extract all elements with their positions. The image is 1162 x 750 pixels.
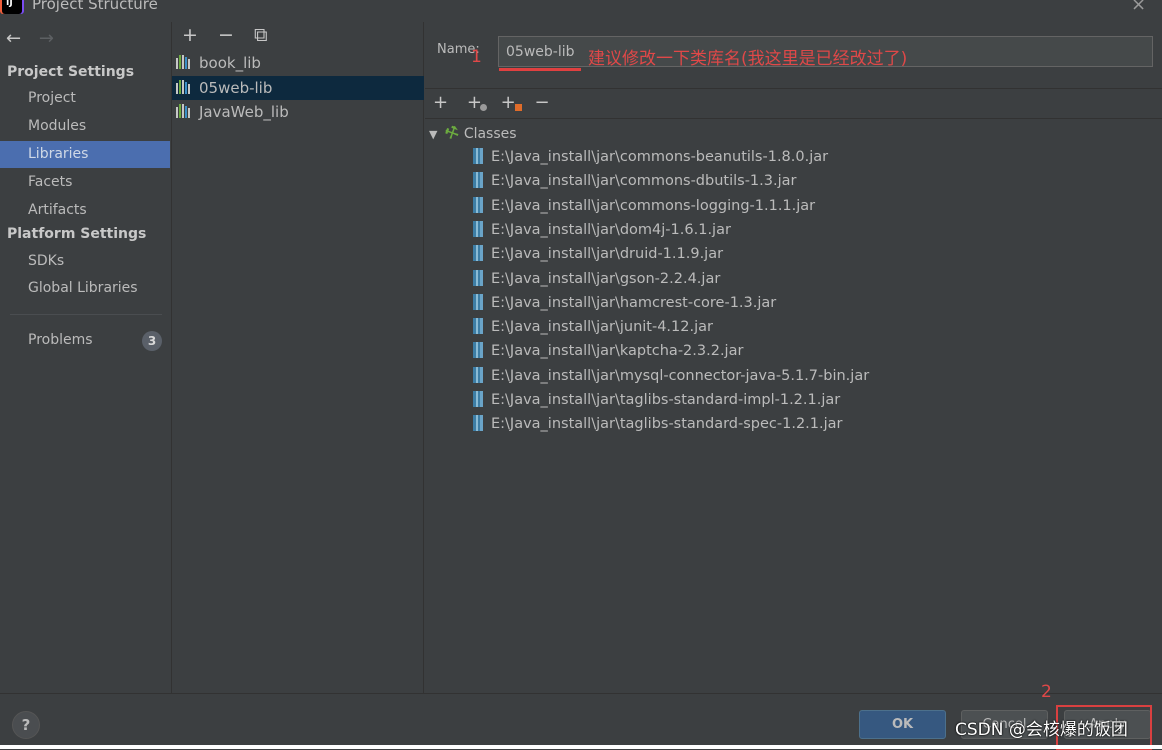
jar-icon [473,293,483,310]
jar-item[interactable]: E:\Java_install\jar\taglibs-standard-imp… [473,388,840,412]
annotation-underline [499,68,581,71]
jar-icon [473,196,483,213]
section-project-settings: Project Settings [7,64,135,80]
remove-classes-icon[interactable]: − [534,92,549,113]
library-details-panel: Name: 1 建议修改一下类库名(我这里是已经改过了) + + + − ▼⚒C… [425,22,1162,693]
back-arrow-icon[interactable]: ← [6,28,21,49]
jar-icon [473,415,483,432]
jar-item[interactable]: E:\Java_install\jar\commons-beanutils-1.… [473,145,828,169]
intellij-logo-icon: IJ [2,0,22,14]
jar-path: E:\Java_install\jar\commons-beanutils-1.… [491,149,829,165]
library-item[interactable]: book_lib [172,51,424,75]
sidebar-item-artifacts[interactable]: Artifacts [0,197,170,224]
library-item[interactable]: JavaWeb_lib [172,100,424,124]
library-icon [176,55,194,69]
sidebar-divider [10,314,162,315]
sidebar: ← → Project Settings Project Modules Lib… [0,22,170,693]
add-module-icon[interactable]: + [501,92,522,113]
jar-item[interactable]: E:\Java_install\jar\commons-dbutils-1.3.… [473,169,796,193]
add-classes-icon[interactable]: + [433,92,448,113]
jar-item[interactable]: E:\Java_install\jar\kaptcha-2.3.2.jar [473,339,743,363]
expand-triangle-icon[interactable]: ▼ [429,128,437,141]
sidebar-item-project[interactable]: Project [0,85,170,112]
library-item-selected[interactable]: 05web-lib [172,76,424,100]
jar-icon [473,220,483,237]
close-icon[interactable]: × [1131,0,1146,15]
annotation-marker-2: 2 [1041,682,1052,702]
jar-item[interactable]: E:\Java_install\jar\hamcrest-core-1.3.ja… [473,291,776,315]
jar-path: E:\Java_install\jar\hamcrest-core-1.3.ja… [491,294,777,311]
dialog-footer: ? OK Cancel Apply 2 CSDN @会核爆的饭团 [0,682,1162,750]
jar-item[interactable]: E:\Java_install\jar\junit-4.12.jar [473,315,713,339]
divider [425,118,1162,119]
add-url-icon[interactable]: + [467,92,487,113]
jar-path: E:\Java_install\jar\druid-1.1.9.jar [491,246,724,263]
sidebar-item-libraries[interactable]: Libraries [0,141,170,168]
jar-item[interactable]: E:\Java_install\jar\mysql-connector-java… [473,364,869,388]
forward-arrow-icon[interactable]: → [39,28,54,49]
title-bar: IJ Project Structure × [0,0,1162,22]
library-list-panel: + − ⧉ book_lib 05web-lib JavaWeb_lib [171,22,424,693]
sidebar-item-sdks[interactable]: SDKs [0,248,170,275]
jar-icon [473,172,483,189]
ok-button[interactable]: OK [859,710,946,739]
watermark: CSDN @会核爆的饭团 [955,720,1128,740]
jar-item[interactable]: E:\Java_install\jar\dom4j-1.6.1.jar [473,218,731,242]
jar-path: E:\Java_install\jar\junit-4.12.jar [491,319,713,336]
copy-library-icon[interactable]: ⧉ [254,24,268,46]
jar-icon [473,269,483,286]
jar-item[interactable]: E:\Java_install\jar\commons-logging-1.1.… [473,194,815,218]
bottom-edge [0,745,1162,749]
jar-icon [473,148,483,164]
jar-path: E:\Java_install\jar\commons-logging-1.1.… [491,197,816,214]
classes-tree-node[interactable]: ▼ ⚒Classes [429,120,517,145]
library-name: 05web-lib [199,79,273,97]
jar-path: E:\Java_install\jar\commons-dbutils-1.3.… [491,173,797,190]
jar-item[interactable]: E:\Java_install\jar\taglibs-standard-spe… [473,412,843,436]
library-name: JavaWeb_lib [199,103,289,121]
jar-item[interactable]: E:\Java_install\jar\druid-1.1.9.jar [473,242,723,266]
jar-path: E:\Java_install\jar\mysql-connector-java… [491,367,870,384]
remove-library-icon[interactable]: − [218,24,234,46]
library-icon [176,104,194,118]
jar-path: E:\Java_install\jar\kaptcha-2.3.2.jar [491,343,744,360]
add-library-icon[interactable]: + [182,24,198,46]
library-icon [176,80,194,94]
sidebar-item-modules[interactable]: Modules [0,113,170,140]
jar-icon [473,391,483,407]
divider [425,88,1162,89]
jar-icon [473,245,483,262]
jar-path: E:\Java_install\jar\taglibs-standard-spe… [491,416,843,433]
jar-icon [473,342,483,359]
jar-item[interactable]: E:\Java_install\jar\gson-2.2.4.jar [473,267,720,291]
annotation-marker-1: 1 [471,47,482,67]
sidebar-item-global-libraries[interactable]: Global Libraries [0,275,170,302]
hammer-icon: ⚒ [441,120,463,145]
classes-label: Classes [463,126,517,142]
help-button[interactable]: ? [12,711,40,739]
jar-path: E:\Java_install\jar\dom4j-1.6.1.jar [491,221,731,238]
problems-count-badge: 3 [142,331,162,351]
jar-icon [473,366,483,383]
jar-path: E:\Java_install\jar\taglibs-standard-imp… [491,392,841,408]
window-title: Project Structure [32,0,158,13]
section-platform-settings: Platform Settings [7,226,147,242]
jar-path: E:\Java_install\jar\gson-2.2.4.jar [491,270,721,287]
annotation-note: 建议修改一下类库名(我这里是已经改过了) [588,49,908,69]
sidebar-item-facets[interactable]: Facets [0,169,170,196]
jar-icon [473,318,483,335]
library-name: book_lib [199,54,261,72]
